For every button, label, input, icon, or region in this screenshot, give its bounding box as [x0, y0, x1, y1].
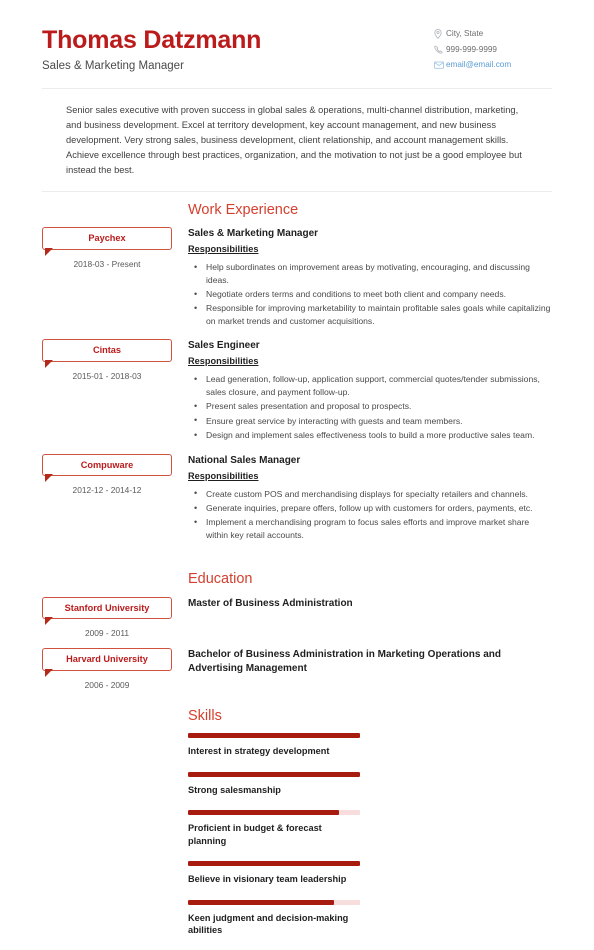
company-badge: Compuware [42, 453, 172, 482]
responsibilities-label: Responsibilities [188, 470, 259, 481]
skill-item: Interest in strategy development [188, 733, 360, 757]
company-dates: 2018-03 - Present [73, 258, 141, 269]
skill-bar-fill [188, 899, 335, 905]
skill-bar-track [188, 810, 360, 816]
work-entry: Compuware 2012-12 - 2014-12 National Sal… [42, 453, 552, 554]
work-entry-body: Sales & Marketing Manager Responsibiliti… [188, 227, 552, 329]
education-section: Education Stanford University 2009 - 201… [42, 571, 552, 690]
responsibilities-list: Help subordinates on improvement areas b… [188, 261, 552, 327]
company-badge-wrap: Paychex [42, 227, 188, 256]
resume-header: Thomas Datzmann Sales & Marketing Manage… [42, 0, 552, 74]
contact-email[interactable]: email@email.com [434, 60, 552, 69]
position-title: Sales & Marketing Manager [188, 228, 319, 240]
school-dates: 2006 - 2009 [84, 680, 130, 690]
position-title: Sales Engineer [188, 340, 260, 352]
responsibilities-list: Create custom POS and merchandising disp… [188, 487, 552, 542]
school-badge: Harvard University [42, 648, 172, 677]
list-item: Ensure great service by interacting with… [194, 414, 552, 428]
skills-title: Skills [188, 708, 222, 725]
education-entry: Stanford University 2009 - 2011 Master o… [42, 596, 552, 639]
skill-bar-fill [188, 810, 340, 816]
list-item: Present sales presentation and proposal … [194, 400, 552, 414]
skill-label: Proficient in budget & forecast planning [188, 823, 322, 846]
degree-title: Master of Business Administration [188, 597, 353, 609]
contact-block: City, State 999-999-9999 email@email.com [434, 24, 552, 69]
skill-bar-fill [188, 771, 360, 777]
education-title: Education [188, 571, 253, 588]
skills-body-row: Interest in strategy development Strong … [42, 733, 552, 950]
page-title: Thomas Datzmann [42, 26, 262, 54]
skill-item: Strong salesmanship [188, 771, 360, 796]
skill-item: Keen judgment and decision-making abilit… [188, 899, 360, 937]
job-title: Sales & Marketing Manager [42, 59, 184, 72]
location-text: City, State [446, 29, 484, 39]
skill-label: Believe in visionary team leadership [188, 874, 347, 885]
work-experience-section: Work Experience Paychex 2018-03 - Presen… [42, 202, 552, 554]
list-item: Lead generation, follow-up, application … [194, 373, 552, 398]
company-badge-wrap: Cintas [42, 339, 188, 368]
company-badge: Cintas [42, 339, 172, 368]
skill-bar-track [188, 771, 360, 777]
skills-grid: Interest in strategy development Strong … [188, 733, 552, 950]
company-dates: 2012-12 - 2014-12 [72, 485, 142, 496]
skill-bar-track [188, 899, 360, 905]
list-item: Implement a merchandising program to foc… [194, 516, 552, 541]
list-item: Responsible for improving marketability … [194, 302, 552, 327]
phone-text: 999-999-9999 [446, 45, 497, 54]
work-entry-meta: Compuware 2012-12 - 2014-12 [42, 453, 188, 496]
work-entry: Paychex 2018-03 - Present Sales & Market… [42, 227, 552, 339]
contact-location: City, State [434, 29, 552, 39]
location-pin-icon [434, 29, 446, 39]
school-badge-wrap: Stanford University [42, 596, 188, 625]
skills-section: Skills Interest in strategy development [42, 708, 552, 950]
phone-icon [434, 45, 446, 54]
skill-bar-fill [188, 733, 360, 739]
company-dates: 2015-01 - 2018-03 [72, 370, 142, 381]
email-text[interactable]: email@email.com [446, 60, 511, 69]
list-item: Negotiate orders terms and conditions to… [194, 288, 552, 302]
company-badge: Paychex [42, 227, 172, 256]
skill-bar-fill [188, 861, 360, 867]
education-entry-body: Bachelor of Business Administration in M… [188, 648, 552, 675]
position-title: National Sales Manager [188, 454, 301, 466]
skill-item: Believe in visionary team leadership [188, 861, 360, 885]
envelope-icon [434, 60, 446, 69]
skill-item: Proficient in budget & forecast planning [188, 810, 360, 847]
skill-bar-track [188, 733, 360, 739]
education-entry: Harvard University 2006 - 2009 Bachelor … [42, 648, 552, 690]
work-entry-meta: Cintas 2015-01 - 2018-03 [42, 339, 188, 381]
list-item: Help subordinates on improvement areas b… [194, 261, 552, 286]
education-entry-body: Master of Business Administration [188, 597, 552, 611]
school-badge-wrap: Harvard University [42, 648, 188, 677]
education-heading-row: Education [42, 571, 552, 596]
resume-page: Thomas Datzmann Sales & Marketing Manage… [0, 0, 594, 935]
skill-label: Strong salesmanship [188, 784, 281, 795]
responsibilities-label: Responsibilities [188, 356, 259, 367]
contact-phone: 999-999-9999 [434, 45, 552, 54]
list-item: Design and implement sales effectiveness… [194, 429, 552, 443]
summary-text: Senior sales executive with proven succe… [66, 104, 522, 175]
list-item: Create custom POS and merchandising disp… [194, 487, 552, 501]
identity-block: Thomas Datzmann Sales & Marketing Manage… [42, 24, 261, 74]
work-entry: Cintas 2015-01 - 2018-03 Sales Engineer … [42, 339, 552, 453]
work-entry-body: Sales Engineer Responsibilities Lead gen… [188, 339, 552, 443]
education-entry-meta: Harvard University 2006 - 2009 [42, 648, 188, 690]
school-dates: 2009 - 2011 [84, 628, 130, 639]
company-badge-wrap: Compuware [42, 453, 188, 482]
responsibilities-list: Lead generation, follow-up, application … [188, 373, 552, 443]
school-badge: Stanford University [42, 596, 172, 625]
work-experience-title: Work Experience [188, 201, 299, 218]
skill-label: Keen judgment and decision-making abilit… [188, 912, 349, 935]
education-entry-meta: Stanford University 2009 - 2011 [42, 596, 188, 639]
degree-title: Bachelor of Business Administration in M… [188, 649, 502, 674]
skill-bar-track [188, 861, 360, 867]
responsibilities-label: Responsibilities [188, 244, 259, 255]
work-entry-meta: Paychex 2018-03 - Present [42, 227, 188, 269]
work-entry-body: National Sales Manager Responsibilities … [188, 454, 552, 544]
work-experience-heading-row: Work Experience [42, 202, 552, 227]
skill-label: Interest in strategy development [188, 746, 330, 757]
list-item: Generate inquiries, prepare offers, foll… [194, 501, 552, 515]
skills-heading-row: Skills [42, 708, 552, 733]
